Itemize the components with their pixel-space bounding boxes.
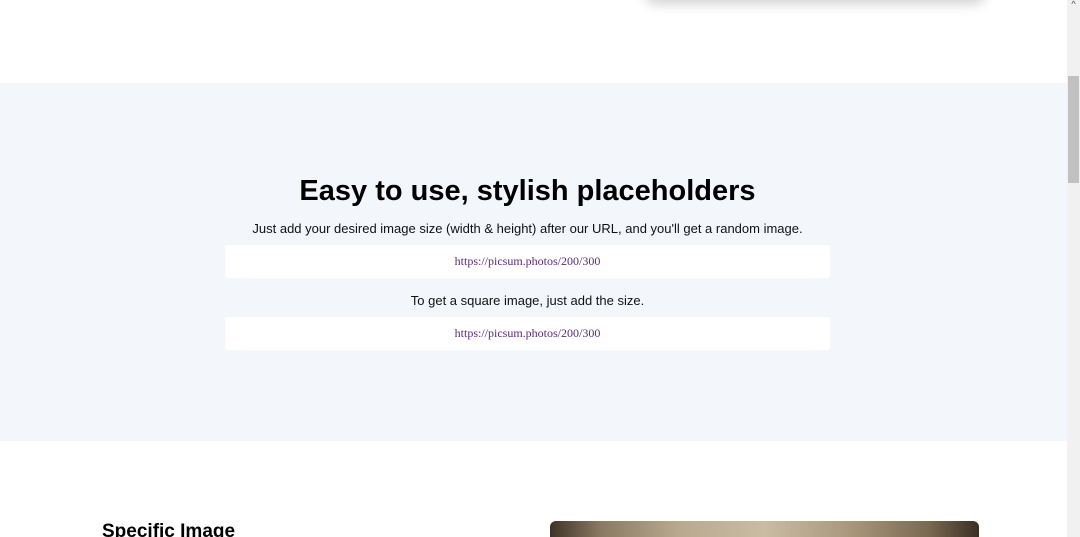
square-image-description: To get a square image, just add the size…: [410, 293, 645, 308]
chevron-up-icon[interactable]: ^: [1067, 0, 1080, 10]
random-image-url-example[interactable]: https://picsum.photos/200/300: [225, 245, 830, 278]
scrollbar-thumb[interactable]: [1068, 76, 1079, 183]
feature-title: Easy to use, stylish placeholders: [299, 175, 756, 207]
page: Easy to use, stylish placeholders Just a…: [0, 0, 1067, 537]
random-image-description: Just add your desired image size (width …: [252, 221, 803, 236]
specific-image-heading: Specific Image: [102, 521, 236, 537]
square-image-url-example[interactable]: https://picsum.photos/200/300: [225, 317, 830, 350]
sample-photo: [550, 521, 979, 537]
feature-section: Easy to use, stylish placeholders Just a…: [0, 83, 1067, 441]
vertical-scrollbar[interactable]: ^: [1067, 0, 1080, 537]
